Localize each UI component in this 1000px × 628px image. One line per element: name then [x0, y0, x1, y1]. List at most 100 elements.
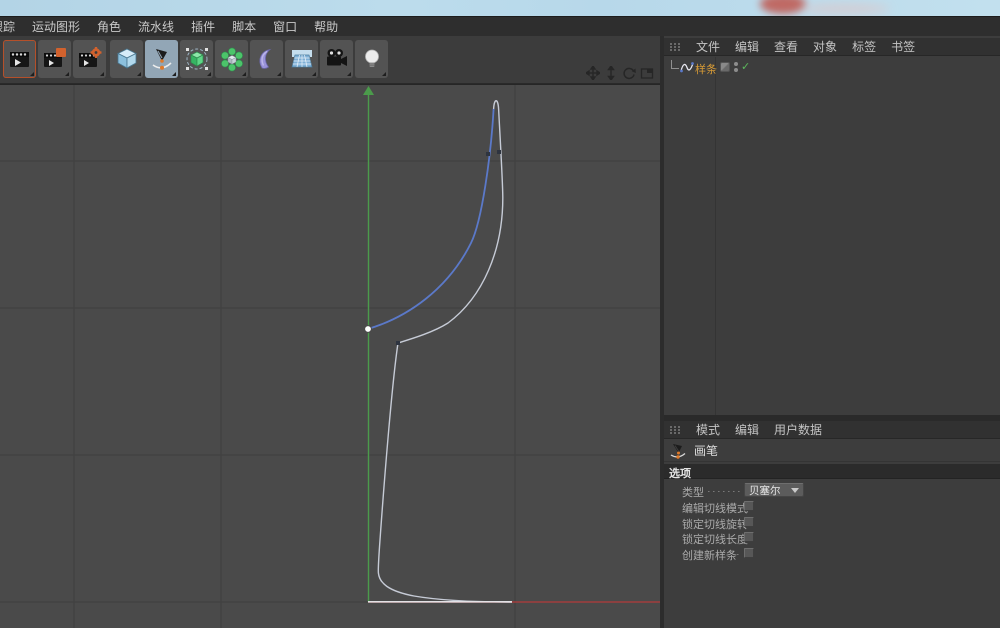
menu-plugins[interactable]: 插件 — [191, 18, 215, 35]
edit-tangent-mode-checkbox[interactable] — [744, 501, 754, 511]
floor-grid-icon — [289, 46, 315, 72]
deformer-icon — [254, 46, 280, 72]
environment-floor-button[interactable] — [285, 40, 318, 78]
spline-selected-point[interactable] — [365, 326, 372, 333]
deformer-button[interactable] — [250, 40, 283, 78]
create-new-spline-checkbox[interactable] — [744, 548, 754, 558]
object-name-label[interactable]: 样条 — [695, 61, 717, 77]
dotted-leader — [737, 554, 742, 555]
render-button-group — [3, 40, 106, 78]
viewport-scene — [0, 85, 660, 628]
om-menu-bookmarks[interactable]: 书签 — [891, 38, 915, 55]
viewport-grid — [0, 85, 660, 628]
dropdown-arrow-icon — [791, 488, 799, 493]
spline-type-dropdown[interactable]: 贝塞尔 — [744, 483, 804, 497]
spline-control-points[interactable] — [396, 150, 501, 345]
submenu-triangle — [30, 72, 34, 76]
lock-tangent-length-label: 锁定切线长度 — [682, 531, 748, 547]
layer-swatch-icon[interactable] — [720, 62, 730, 72]
main-toolbar — [0, 36, 660, 84]
array-generator-icon — [219, 46, 245, 72]
submenu-triangle — [137, 72, 141, 76]
spline-curve-unselected[interactable] — [378, 101, 512, 602]
create-new-spline-row: 创建新样条 — [664, 546, 1000, 561]
submenu-triangle — [100, 72, 104, 76]
om-menu-objects[interactable]: 对象 — [813, 38, 837, 55]
lock-tangent-length-checkbox[interactable] — [744, 532, 754, 542]
menu-tracking[interactable]: 跟踪 — [0, 18, 15, 35]
object-list-column-divider — [715, 57, 716, 415]
pen-tool-icon — [669, 442, 687, 460]
enabled-check-icon[interactable]: ✓ — [741, 60, 750, 73]
array-generator-button[interactable] — [215, 40, 248, 78]
active-tool-name: 画笔 — [694, 442, 718, 459]
menu-mograph[interactable]: 运动图形 — [32, 18, 80, 35]
render-view-icon — [7, 46, 33, 72]
am-menu-edit[interactable]: 编辑 — [735, 421, 759, 438]
spline-object-icon — [680, 60, 694, 74]
am-menu-mode[interactable]: 模式 — [696, 421, 720, 438]
create-new-spline-label: 创建新样条 — [682, 547, 737, 563]
light-button[interactable] — [355, 40, 388, 78]
menu-character[interactable]: 角色 — [97, 18, 121, 35]
attribute-manager-menu: 模式 编辑 用户数据 — [664, 421, 1000, 439]
options-section-header[interactable]: 选项 — [664, 464, 1000, 479]
main-menu-bar: 跟踪 运动图形 角色 流水线 插件 脚本 窗口 帮助 — [0, 16, 1000, 36]
y-axis-arrow — [363, 86, 374, 95]
wallpaper-pink-streak — [800, 4, 890, 14]
viewport-rotate-icon[interactable] — [621, 65, 636, 80]
submenu-triangle — [277, 72, 281, 76]
submenu-triangle — [312, 72, 316, 76]
submenu-triangle — [242, 72, 246, 76]
submenu-triangle — [382, 72, 386, 76]
menu-help[interactable]: 帮助 — [314, 18, 338, 35]
submenu-triangle — [172, 72, 176, 76]
om-menu-view[interactable]: 查看 — [774, 38, 798, 55]
menu-pipeline[interactable]: 流水线 — [138, 18, 174, 35]
wallpaper-red-blob — [760, 0, 806, 14]
submenu-triangle — [347, 72, 351, 76]
dotted-leader — [708, 491, 741, 492]
am-menu-userdata[interactable]: 用户数据 — [774, 421, 822, 438]
edit-tangent-mode-label: 编辑切线模式 — [682, 500, 748, 516]
object-list[interactable]: 样条 ✓ — [664, 57, 1000, 415]
desktop-wallpaper — [0, 0, 1000, 16]
panel-grip-icon[interactable] — [669, 425, 681, 435]
render-settings-button[interactable] — [73, 40, 106, 78]
object-manager-menu: 文件 编辑 查看 对象 标签 书签 — [664, 38, 1000, 56]
subdivision-surface-button[interactable] — [180, 40, 213, 78]
om-menu-file[interactable]: 文件 — [696, 38, 720, 55]
add-cube-primitive-button[interactable] — [110, 40, 143, 78]
type-label: 类型 — [682, 484, 704, 500]
render-picture-viewer-icon — [42, 46, 68, 72]
om-menu-edit[interactable]: 编辑 — [735, 38, 759, 55]
hierarchy-branch-icon — [671, 60, 679, 69]
menu-script[interactable]: 脚本 — [232, 18, 256, 35]
cube-icon — [114, 46, 140, 72]
render-settings-icon — [77, 46, 103, 72]
viewport-pan-icon[interactable] — [585, 65, 600, 80]
lock-tangent-rotation-checkbox[interactable] — [744, 517, 754, 527]
lock-tangent-length-row: 锁定切线长度 — [664, 530, 1000, 545]
subdivision-surface-icon — [184, 46, 210, 72]
om-menu-tags[interactable]: 标签 — [852, 38, 876, 55]
render-to-picture-viewer-button[interactable] — [38, 40, 71, 78]
camera-button[interactable] — [320, 40, 353, 78]
right-panel: 文件 编辑 查看 对象 标签 书签 样条 ✓ — [660, 36, 1000, 628]
cinema4d-window: 跟踪 运动图形 角色 流水线 插件 脚本 窗口 帮助 — [0, 0, 1000, 628]
lock-tangent-rotation-row: 锁定切线旋转 — [664, 515, 1000, 530]
edit-tangent-mode-row: 编辑切线模式 — [664, 499, 1000, 514]
viewport-maximize-icon[interactable] — [639, 65, 654, 80]
pen-spline-icon — [149, 46, 175, 72]
type-field-row: 类型 贝塞尔 — [664, 483, 1000, 498]
render-view-button[interactable] — [3, 40, 36, 78]
object-row-spline[interactable]: 样条 ✓ — [664, 58, 1000, 76]
camera-icon — [324, 46, 350, 72]
menu-window[interactable]: 窗口 — [273, 18, 297, 35]
spline-type-value: 贝塞尔 — [749, 483, 781, 498]
pen-spline-tool-button[interactable] — [145, 40, 178, 78]
active-tool-row: 画笔 — [664, 440, 1000, 462]
viewport-canvas[interactable] — [0, 84, 660, 628]
viewport-zoom-icon[interactable] — [603, 65, 618, 80]
panel-grip-icon[interactable] — [669, 42, 681, 52]
